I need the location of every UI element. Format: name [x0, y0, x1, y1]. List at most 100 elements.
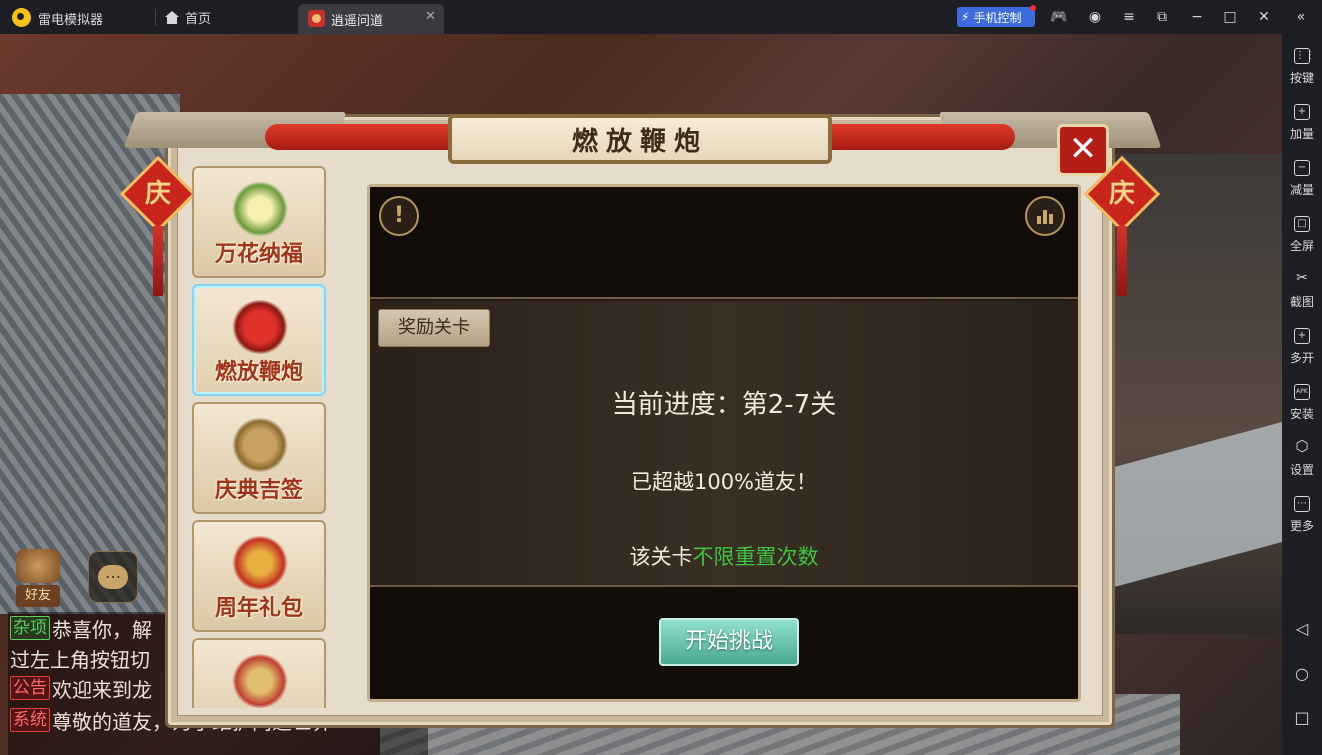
sidebar-item-multi-instance[interactable]: + 多开	[1282, 322, 1322, 374]
tab-firecracker[interactable]: 燃放鞭炮	[192, 284, 326, 396]
tab-close-icon[interactable]: ✕	[425, 9, 436, 24]
tab-divider	[155, 9, 156, 26]
tab-flower-blessing[interactable]: 万花纳福	[192, 166, 326, 278]
tab-anniversary-gift[interactable]: 周年礼包	[192, 520, 326, 632]
phone-control-button[interactable]: ⚡ 手机控制	[957, 7, 1035, 27]
tab-label: 燃放鞭炮	[214, 359, 303, 385]
chat-text: 恭喜你，解	[52, 617, 152, 642]
volume-down-icon: −	[1294, 160, 1310, 176]
gear-icon: ⬡	[1295, 437, 1309, 455]
notification-dot	[1030, 5, 1036, 11]
friend-button[interactable]: 好友	[8, 549, 68, 607]
firecracker-icon	[231, 300, 289, 354]
sidebar-item-label: 设置	[1289, 463, 1314, 477]
start-challenge-button[interactable]: 开始挑战	[659, 618, 799, 666]
sidebar-item-volume-down[interactable]: − 减量	[1282, 154, 1322, 206]
dialog-title: 燃放鞭炮	[571, 126, 708, 157]
gamepad-icon[interactable]: 🎮	[1050, 8, 1068, 26]
menu-icon[interactable]: ≡	[1120, 8, 1138, 26]
gift-box-icon	[231, 536, 289, 590]
app-name: 雷电模拟器	[38, 13, 104, 28]
chat-bubble-icon: …	[98, 565, 128, 589]
sidebar-item-more[interactable]: ⋯ 更多	[1282, 490, 1322, 542]
ornament-char-right: 庆	[1108, 179, 1135, 209]
reward-stage-button[interactable]: 奖励关卡	[378, 309, 490, 347]
chat-text: 欢迎来到龙	[52, 677, 152, 702]
tab-home[interactable]: 首页	[165, 7, 211, 27]
emulator-logo-icon	[12, 8, 31, 27]
tab-fortune-stick[interactable]: 庆典吉签	[192, 402, 326, 514]
tab-game[interactable]: 逍遥问道 ✕	[298, 4, 444, 34]
tab-more-gift[interactable]	[192, 638, 326, 708]
volume-up-icon: +	[1294, 104, 1310, 120]
game-app-icon	[308, 10, 325, 27]
apk-icon: APK	[1294, 384, 1310, 400]
fullscreen-icon: □	[1294, 216, 1310, 232]
sidebar-item-label: 加量	[1289, 127, 1314, 141]
sidebar-item-label: 更多	[1289, 519, 1314, 533]
tassel-right	[1117, 226, 1127, 296]
reset-highlight: 不限重置次数	[692, 545, 819, 569]
home-icon	[165, 10, 179, 24]
sidebar-item-label: 减量	[1289, 183, 1314, 197]
sidebar-item-fullscreen[interactable]: □ 全屏	[1282, 210, 1322, 262]
handshake-icon	[16, 549, 60, 583]
flower-icon	[231, 182, 289, 236]
scissors-icon: ✂	[1296, 270, 1308, 286]
sidebar-item-screenshot[interactable]: ✂ 截图	[1282, 266, 1322, 318]
tab-game-label: 逍遥问道	[331, 14, 384, 29]
minimize-icon[interactable]: −	[1188, 8, 1206, 26]
firecracker-dialog: 燃放鞭炮 ✕ 庆 庆 万花纳福 燃放鞭炮 庆典吉签 周年礼包 ! 奖励关卡 当前…	[119, 112, 1162, 728]
fortune-jar-icon	[231, 418, 289, 472]
panel-content: 奖励关卡 当前进度：第2-7关 已超越100%道友！ 该关卡不限重置次数	[370, 301, 1078, 585]
chat-text: 过左上角按钮切	[10, 647, 150, 672]
maximize-icon[interactable]: □	[1221, 8, 1239, 26]
friend-label: 好友	[16, 585, 60, 607]
phone-control-label: 手机控制	[973, 10, 1022, 25]
back-icon[interactable]: ◁	[1293, 620, 1311, 638]
user-icon[interactable]: ◉	[1086, 8, 1104, 26]
sidebar-item-keymap[interactable]: ⋮⋮ 按键	[1282, 42, 1322, 94]
sidebar-item-volume-up[interactable]: + 加量	[1282, 98, 1322, 150]
bar-chart-glyph	[1037, 208, 1053, 224]
more-icon: ⋯	[1294, 496, 1310, 512]
bolt-icon: ⚡	[961, 10, 970, 24]
title-plate: 燃放鞭炮	[448, 114, 832, 164]
activity-tab-list[interactable]: 万花纳福 燃放鞭炮 庆典吉签 周年礼包	[188, 164, 333, 708]
sidebar-item-label: 按键	[1289, 71, 1314, 85]
ranking-icon[interactable]	[1025, 196, 1065, 236]
collapse-icon[interactable]: «	[1292, 8, 1310, 26]
emulator-sidebar: ⋮⋮ 按键 + 加量 − 减量 □ 全屏 ✂ 截图 + 多开 APK 安装 ⬡ …	[1282, 34, 1322, 755]
reset-prefix: 该关卡	[629, 545, 693, 569]
chat-button[interactable]: …	[88, 551, 138, 603]
sidebar-item-settings[interactable]: ⬡ 设置	[1282, 434, 1322, 486]
chat-line: 杂项 恭喜你，解	[10, 614, 152, 642]
sidebar-item-label: 安装	[1289, 407, 1314, 421]
tab-home-label: 首页	[185, 11, 212, 27]
challenge-panel: ! 奖励关卡 当前进度：第2-7关 已超越100%道友！ 该关卡不限重置次数 开…	[367, 184, 1081, 702]
multi-window-icon: +	[1294, 328, 1310, 344]
chat-line: 公告 欢迎来到龙	[10, 674, 152, 702]
recents-icon[interactable]: □	[1293, 709, 1311, 727]
sidebar-item-install[interactable]: APK 安装	[1282, 378, 1322, 430]
tab-label: 庆典吉签	[214, 477, 303, 503]
close-icon[interactable]: ✕	[1255, 8, 1273, 26]
ornament-char-left: 庆	[144, 179, 171, 209]
home-nav-icon[interactable]: ○	[1293, 665, 1311, 683]
tab-label: 周年礼包	[214, 595, 303, 621]
chat-line: 过左上角按钮切	[10, 644, 150, 672]
sidebar-item-label: 多开	[1289, 351, 1314, 365]
panel-footer: 开始挑战	[370, 585, 1078, 699]
info-icon[interactable]: !	[379, 196, 419, 236]
progress-text: 当前进度：第2-7关	[611, 390, 837, 420]
gift-pile-icon	[231, 654, 289, 708]
popout-icon[interactable]: ⧉	[1153, 8, 1171, 26]
keyboard-icon: ⋮⋮	[1294, 48, 1315, 64]
tassel-left	[153, 226, 163, 296]
surpass-text: 已超越100%道友！	[630, 470, 818, 494]
tab-label: 万花纳福	[214, 241, 303, 267]
chat-tag-misc: 杂项	[10, 616, 50, 640]
sidebar-item-label: 截图	[1289, 295, 1314, 309]
chat-tag-notice: 公告	[10, 676, 50, 700]
reset-info: 该关卡不限重置次数	[370, 541, 1078, 571]
